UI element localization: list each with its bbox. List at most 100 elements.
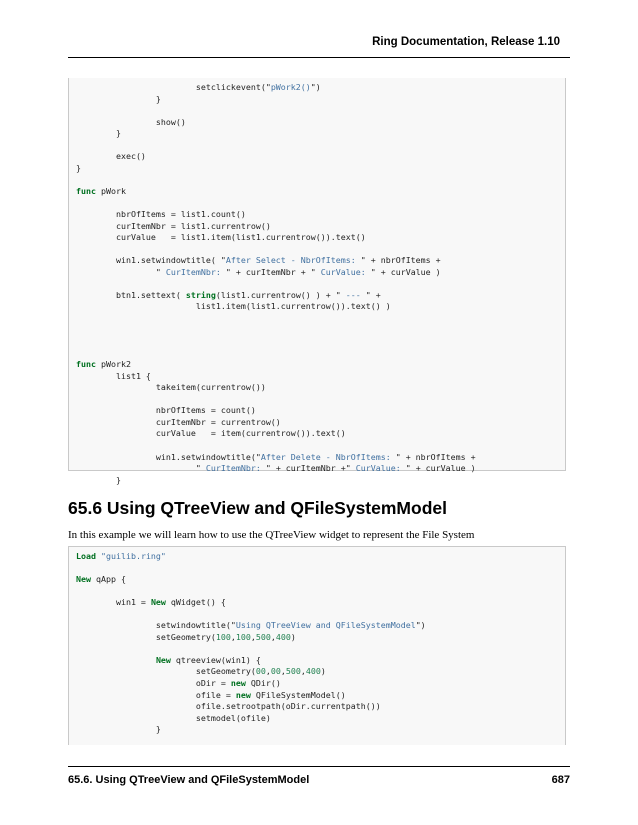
code-number: 00	[270, 666, 281, 677]
code-line: setclickevent("pWork2()")	[76, 82, 321, 92]
code-text: qWidget() {	[165, 597, 226, 608]
code-text: " + curValue )	[370, 266, 441, 277]
code-line: ofile.setrootpath(oDir.currentpath())	[76, 701, 381, 711]
code-number: 00	[255, 666, 266, 677]
code-text: takeitem(currentrow())	[76, 382, 266, 393]
code-line: win1 = New qWidget() {	[76, 597, 226, 607]
code-string: CurValue:	[315, 266, 371, 277]
code-text: list1.item(list1.currentrow()).text() )	[76, 301, 391, 312]
code-line: }	[76, 475, 121, 485]
code-line: curItemNbr = list1.currentrow()	[76, 221, 271, 231]
code-line: list1 {	[76, 371, 151, 381]
code-block-2-text: Load "guilib.ring" New qApp { win1 = New…	[69, 547, 565, 740]
code-text: " + curItemNbr + "	[225, 266, 316, 277]
code-line: oDir = new QDir()	[76, 678, 281, 688]
code-text: " + nbrOfItems +	[360, 255, 441, 266]
code-string: CurValue:	[350, 463, 406, 474]
code-text: win1.setwindowtitle("	[76, 451, 261, 462]
section-heading: 65.6 Using QTreeView and QFileSystemMode…	[68, 498, 447, 518]
code-text: pWork	[95, 185, 126, 196]
code-text: }	[76, 162, 81, 173]
code-line: Load "guilib.ring"	[76, 551, 166, 561]
code-text: curItemNbr = currentrow()	[76, 416, 281, 427]
code-text: ofile =	[76, 689, 236, 700]
code-line: New qtreeview(win1) {	[76, 655, 261, 665]
code-text: setGeometry(	[76, 631, 216, 642]
code-text: " + curValue )	[405, 463, 476, 474]
code-text: list1 {	[76, 370, 151, 381]
code-text: }	[76, 93, 161, 104]
code-text: "	[76, 266, 161, 277]
code-line: New qApp {	[76, 574, 126, 584]
code-line: nbrOfItems = list1.count()	[76, 209, 246, 219]
code-line: takeitem(currentrow())	[76, 382, 266, 392]
footer-section-label: 65.6. Using QTreeView and QFileSystemMod…	[68, 774, 310, 786]
code-line: win1.setwindowtitle("After Delete - NbrO…	[76, 452, 476, 462]
code-keyword: New	[76, 574, 91, 585]
code-text: curValue = item(currentrow()).text()	[76, 428, 346, 439]
code-string: ---	[340, 289, 366, 300]
code-line: btn1.settext( string(list1.currentrow() …	[76, 290, 381, 300]
code-number: 500	[285, 666, 301, 677]
code-line: win1.setwindowtitle( "After Select - Nbr…	[76, 255, 441, 265]
code-text: " +	[365, 289, 381, 300]
code-line: show()	[76, 117, 186, 127]
code-number: 400	[275, 631, 291, 642]
code-text: win1.setwindowtitle( "	[76, 255, 226, 266]
code-text: oDir =	[76, 678, 231, 689]
code-text: ofile.setrootpath(oDir.currentpath())	[76, 701, 381, 712]
code-text: show()	[76, 116, 186, 127]
code-string: Using QTreeView and QFileSystemModel	[235, 620, 416, 631]
code-text: pWork2	[95, 359, 131, 370]
code-text: setwindowtitle("	[76, 620, 236, 631]
code-line: setGeometry(100,100,500,400)	[76, 632, 296, 642]
code-number: 500	[255, 631, 271, 642]
code-text: curItemNbr = list1.currentrow()	[76, 220, 271, 231]
code-line: }	[76, 128, 121, 138]
code-text: }	[76, 724, 161, 735]
code-text: (list1.currentrow() ) + "	[215, 289, 341, 300]
code-keyword: func	[76, 185, 96, 196]
code-number: 100	[235, 631, 251, 642]
code-keyword: New	[150, 597, 166, 608]
code-line: func pWork	[76, 186, 126, 196]
code-text: nbrOfItems = list1.count()	[76, 209, 246, 220]
code-text: }	[76, 128, 121, 139]
code-string: CurItemNbr:	[200, 463, 266, 474]
footer-rule	[68, 766, 570, 767]
code-line: setmodel(ofile)	[76, 713, 271, 723]
code-keyword: func	[76, 359, 96, 370]
code-block-2: Load "guilib.ring" New qApp { win1 = New…	[68, 546, 566, 745]
code-text: win1 =	[76, 597, 151, 608]
code-line: curItemNbr = currentrow()	[76, 417, 281, 427]
code-text: setGeometry(	[76, 666, 256, 677]
code-text: exec()	[76, 151, 146, 162]
code-line: nbrOfItems = count()	[76, 405, 256, 415]
code-line: curValue = list1.item(list1.currentrow()…	[76, 232, 366, 242]
code-text: setmodel(ofile)	[76, 712, 271, 723]
code-text: qApp {	[91, 574, 126, 585]
code-text: QFileSystemModel()	[250, 689, 346, 700]
code-line: ofile = new QFileSystemModel()	[76, 690, 346, 700]
code-string: pWork2()	[270, 82, 311, 92]
code-keyword: Load	[76, 551, 96, 561]
code-keyword: new	[235, 689, 251, 700]
code-string: "guilib.ring"	[100, 551, 166, 561]
code-number: 400	[305, 666, 321, 677]
code-text: }	[76, 474, 121, 485]
code-text: nbrOfItems = count()	[76, 405, 256, 416]
code-keyword: new	[230, 678, 246, 689]
code-text: ")	[310, 82, 321, 92]
code-block-1: setclickevent("pWork2()") } show() } exe…	[68, 78, 566, 485]
code-text: " + nbrOfItems +	[395, 451, 476, 462]
code-line: setGeometry(00,00,500,400)	[76, 666, 326, 676]
intro-paragraph: In this example we will learn how to use…	[68, 529, 475, 541]
code-line: list1.item(list1.currentrow()).text() )	[76, 301, 391, 311]
code-line: }	[76, 724, 161, 734]
code-text: qtreeview(win1) {	[170, 654, 261, 665]
code-block-1-text: setclickevent("pWork2()") } show() } exe…	[69, 78, 565, 490]
code-text: ")	[415, 620, 426, 631]
code-text: "	[76, 463, 201, 474]
code-line: curValue = item(currentrow()).text()	[76, 428, 346, 438]
